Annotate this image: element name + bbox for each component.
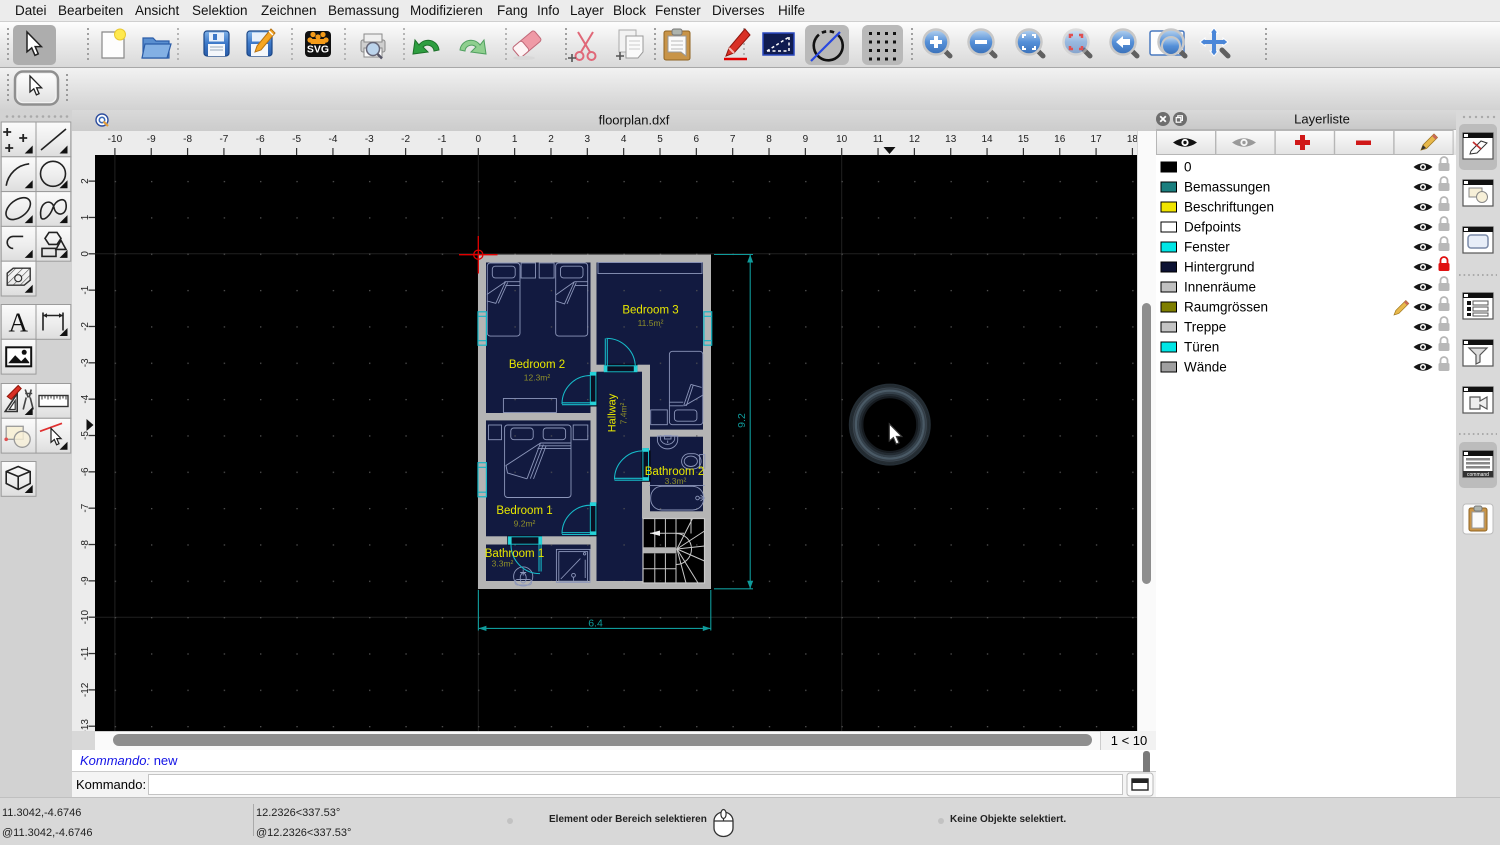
svg-text:-8: -8 bbox=[80, 540, 91, 549]
svg-text:11: 11 bbox=[873, 134, 884, 145]
svg-text:-10: -10 bbox=[108, 134, 123, 145]
svg-text:2: 2 bbox=[548, 134, 554, 145]
svg-text:17: 17 bbox=[1091, 134, 1103, 145]
svg-text:5: 5 bbox=[657, 134, 663, 145]
svg-text:10: 10 bbox=[836, 134, 848, 145]
svg-text:Bedroom 3: Bedroom 3 bbox=[622, 305, 678, 317]
svg-text:Bedroom 1: Bedroom 1 bbox=[496, 505, 552, 517]
svg-text:-10: -10 bbox=[80, 610, 91, 625]
svg-text:0: 0 bbox=[476, 134, 482, 145]
svg-text:7: 7 bbox=[730, 134, 736, 145]
svg-text:-7: -7 bbox=[80, 503, 91, 512]
svg-text:1: 1 bbox=[512, 134, 518, 145]
svg-text:-6: -6 bbox=[256, 134, 265, 145]
svg-text:7.4m²: 7.4m² bbox=[619, 402, 629, 424]
svg-text:12.3m²: 12.3m² bbox=[524, 373, 551, 383]
svg-text:9.2: 9.2 bbox=[736, 413, 748, 428]
svg-text:Innenräume: Innenräume bbox=[1184, 280, 1256, 295]
svg-text:Hallway: Hallway bbox=[607, 393, 619, 432]
svg-text:-8: -8 bbox=[183, 134, 192, 145]
svg-text:12: 12 bbox=[909, 134, 921, 145]
svg-text:1: 1 bbox=[80, 214, 91, 220]
svg-text:Bemassungen: Bemassungen bbox=[1184, 180, 1270, 195]
svg-text:3.3m²: 3.3m² bbox=[665, 476, 687, 486]
svg-text:4: 4 bbox=[621, 134, 627, 145]
svg-text:9.2m²: 9.2m² bbox=[514, 519, 536, 529]
svg-text:13: 13 bbox=[945, 134, 957, 145]
svg-text:-5: -5 bbox=[80, 431, 91, 440]
svg-text:6: 6 bbox=[694, 134, 700, 145]
svg-text:SVG: SVG bbox=[307, 44, 329, 56]
svg-text:-5: -5 bbox=[292, 134, 301, 145]
svg-text:-9: -9 bbox=[147, 134, 156, 145]
svg-text:0: 0 bbox=[1184, 160, 1192, 175]
svg-text:14: 14 bbox=[981, 134, 993, 145]
svg-text:3: 3 bbox=[585, 134, 591, 145]
svg-text:-13: -13 bbox=[80, 719, 91, 731]
svg-text:-1: -1 bbox=[438, 134, 447, 145]
svg-text:Beschriftungen: Beschriftungen bbox=[1184, 200, 1274, 215]
svg-text:-11: -11 bbox=[80, 646, 91, 660]
svg-text:6.4: 6.4 bbox=[588, 618, 603, 630]
svg-text:15: 15 bbox=[1018, 134, 1030, 145]
svg-text:2: 2 bbox=[80, 178, 91, 184]
svg-text:-2: -2 bbox=[401, 134, 410, 145]
svg-text:A: A bbox=[8, 308, 28, 338]
svg-text:Defpoints: Defpoints bbox=[1184, 220, 1241, 235]
svg-text:-3: -3 bbox=[365, 134, 374, 145]
svg-text:11.5m²: 11.5m² bbox=[638, 318, 664, 328]
svg-text:Wände: Wände bbox=[1184, 360, 1227, 375]
svg-text:Bedroom 2: Bedroom 2 bbox=[509, 359, 565, 371]
svg-text:Raumgrössen: Raumgrössen bbox=[1184, 300, 1268, 315]
svg-text:-4: -4 bbox=[328, 134, 337, 145]
svg-text:command: command bbox=[1467, 472, 1489, 478]
svg-text:18: 18 bbox=[1127, 134, 1137, 145]
svg-text:-7: -7 bbox=[219, 134, 228, 145]
svg-text:-12: -12 bbox=[80, 682, 91, 697]
svg-text:9: 9 bbox=[803, 134, 809, 145]
svg-text:-2: -2 bbox=[80, 322, 91, 331]
svg-text:floorplan.dxf: floorplan.dxf bbox=[599, 113, 670, 128]
svg-text:3.3m²: 3.3m² bbox=[492, 559, 514, 569]
svg-text:Layerliste: Layerliste bbox=[1294, 112, 1350, 127]
svg-text:Hintergrund: Hintergrund bbox=[1184, 260, 1255, 275]
svg-text:-1: -1 bbox=[80, 285, 91, 294]
svg-text:Treppe: Treppe bbox=[1184, 320, 1226, 335]
svg-text:-3: -3 bbox=[80, 358, 91, 367]
svg-text:-4: -4 bbox=[80, 394, 91, 403]
svg-text:16: 16 bbox=[1054, 134, 1066, 145]
svg-text:8: 8 bbox=[766, 134, 772, 145]
svg-text:Türen: Türen bbox=[1184, 340, 1219, 355]
svg-text:0: 0 bbox=[80, 251, 91, 257]
svg-text:-6: -6 bbox=[80, 467, 91, 476]
svg-text:-9: -9 bbox=[80, 576, 91, 585]
svg-text:Fenster: Fenster bbox=[1184, 240, 1230, 255]
